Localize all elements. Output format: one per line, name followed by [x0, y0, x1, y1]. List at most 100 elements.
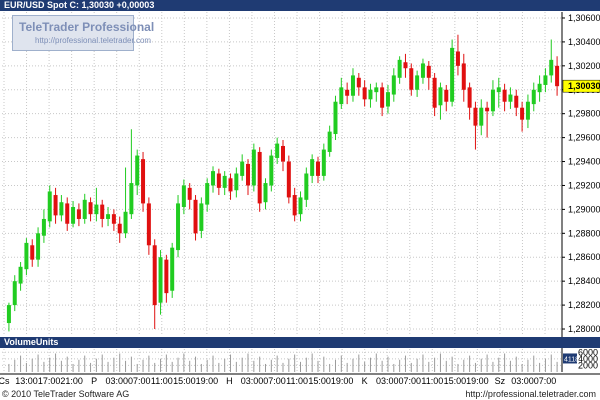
time-tick-label: 03:00: [241, 376, 264, 386]
candle-body: [531, 89, 536, 105]
candle-body: [374, 87, 379, 93]
time-tick-label: 21:00: [60, 376, 83, 386]
candle-body: [356, 77, 361, 88]
candle-body: [47, 191, 52, 222]
candle-body: [59, 202, 64, 216]
candle-body: [76, 209, 81, 219]
price-tick-label: 1,28800: [568, 228, 600, 238]
price-tick-label: 1,28600: [568, 252, 600, 262]
candles: [6, 34, 560, 332]
price-tick-label: 1,30400: [568, 37, 600, 47]
time-tick-label: 03:00: [511, 376, 534, 386]
time-tick-label: P: [91, 376, 97, 386]
candle-body: [164, 259, 169, 294]
candle-body: [111, 214, 116, 224]
time-tick-label: K: [362, 376, 368, 386]
candle-body: [18, 266, 23, 284]
candle-body: [123, 211, 128, 234]
candle-body: [269, 155, 274, 186]
candle-body: [450, 47, 455, 102]
price-grid: [2, 17, 562, 330]
candle-body: [30, 245, 35, 260]
candle-body: [321, 149, 326, 176]
candle-body: [339, 87, 344, 105]
price-chart[interactable]: 1,306001,304001,302001,300001,298001,296…: [0, 0, 600, 386]
candle-body: [176, 203, 181, 251]
candle-body: [409, 68, 414, 90]
candle-body: [420, 63, 425, 78]
candle-body: [362, 87, 367, 100]
time-tick-label: 15:00: [308, 376, 331, 386]
time-tick-label: 03:00: [376, 376, 399, 386]
time-tick-label: 17:00: [38, 376, 61, 386]
candle-body: [485, 107, 490, 112]
candle-body: [426, 65, 431, 78]
volume-bars: [8, 353, 558, 372]
candle-body: [281, 145, 285, 162]
candle-body: [251, 149, 256, 186]
time-tick-label: 07:00: [263, 376, 286, 386]
price-tick-label: 1,30600: [568, 13, 600, 23]
candle-body: [391, 75, 396, 95]
copyright-text: © 2010 TeleTrader Software AG: [2, 389, 130, 399]
price-tick-label: 1,29200: [568, 180, 600, 190]
price-tick-label: 1,29000: [568, 204, 600, 214]
candle-body: [514, 95, 519, 108]
time-tick-label: 07:00: [398, 376, 421, 386]
time-tick-label: 15:00: [444, 376, 467, 386]
candle-body: [304, 173, 309, 200]
candle-body: [222, 175, 227, 188]
candle-body: [65, 203, 70, 224]
candle-body: [438, 87, 443, 106]
volume-grid: [2, 351, 562, 366]
price-tick-label: 1,30200: [568, 61, 600, 71]
candle-body: [543, 75, 548, 85]
candle-body: [94, 204, 99, 215]
candle-body: [240, 161, 245, 176]
time-tick-label: 13:00: [15, 376, 38, 386]
price-axis: 1,306001,304001,302001,300001,298001,296…: [562, 13, 600, 334]
volume-axis: 6000400020004118: [563, 347, 598, 370]
candle-body: [496, 87, 501, 93]
candle-body: [508, 94, 513, 102]
candle-body: [135, 155, 140, 186]
time-tick-label: H: [226, 376, 233, 386]
candle-body: [211, 171, 216, 186]
candle-body: [88, 202, 93, 215]
candle-body: [467, 87, 472, 108]
watermark-brand: TeleTrader Professional: [19, 20, 155, 34]
candle-body: [36, 233, 41, 260]
time-tick-label: 11:00: [151, 376, 173, 386]
time-tick-label: Sz: [495, 376, 506, 386]
candle-body: [170, 247, 175, 291]
candle-body: [6, 305, 11, 324]
current-volume-label: 4118: [564, 356, 579, 363]
candle-body: [315, 161, 320, 176]
time-tick-label: 03:00: [105, 376, 128, 386]
candle-body: [246, 163, 251, 186]
candle-body: [455, 51, 460, 66]
candle-body: [397, 59, 402, 78]
current-price-label: 1,30030: [568, 81, 600, 91]
candle-body: [432, 77, 437, 108]
price-tick-label: 1,28200: [568, 300, 600, 310]
candle-body: [415, 75, 420, 90]
candle-body: [479, 107, 484, 126]
time-tick-label: 19:00: [466, 376, 489, 386]
website-link[interactable]: http://professional.teletrader.com: [465, 389, 596, 399]
candle-body: [41, 218, 46, 236]
watermark-url: http://professional.teletrader.com: [35, 36, 152, 45]
candle-body: [158, 257, 163, 303]
candle-body: [216, 173, 221, 188]
footer: © 2010 TeleTrader Software AG http://pro…: [0, 386, 600, 400]
teletrader-watermark: TeleTrader Professional http://professio…: [12, 15, 154, 51]
candle-body: [520, 107, 525, 120]
candle-body: [193, 199, 198, 234]
candle-body: [106, 214, 111, 219]
candle-body: [100, 204, 105, 219]
candle-body: [298, 197, 303, 215]
candle-body: [181, 185, 186, 207]
candle-body: [350, 75, 355, 96]
time-tick-label: 19:00: [196, 376, 219, 386]
candle-body: [549, 59, 554, 76]
